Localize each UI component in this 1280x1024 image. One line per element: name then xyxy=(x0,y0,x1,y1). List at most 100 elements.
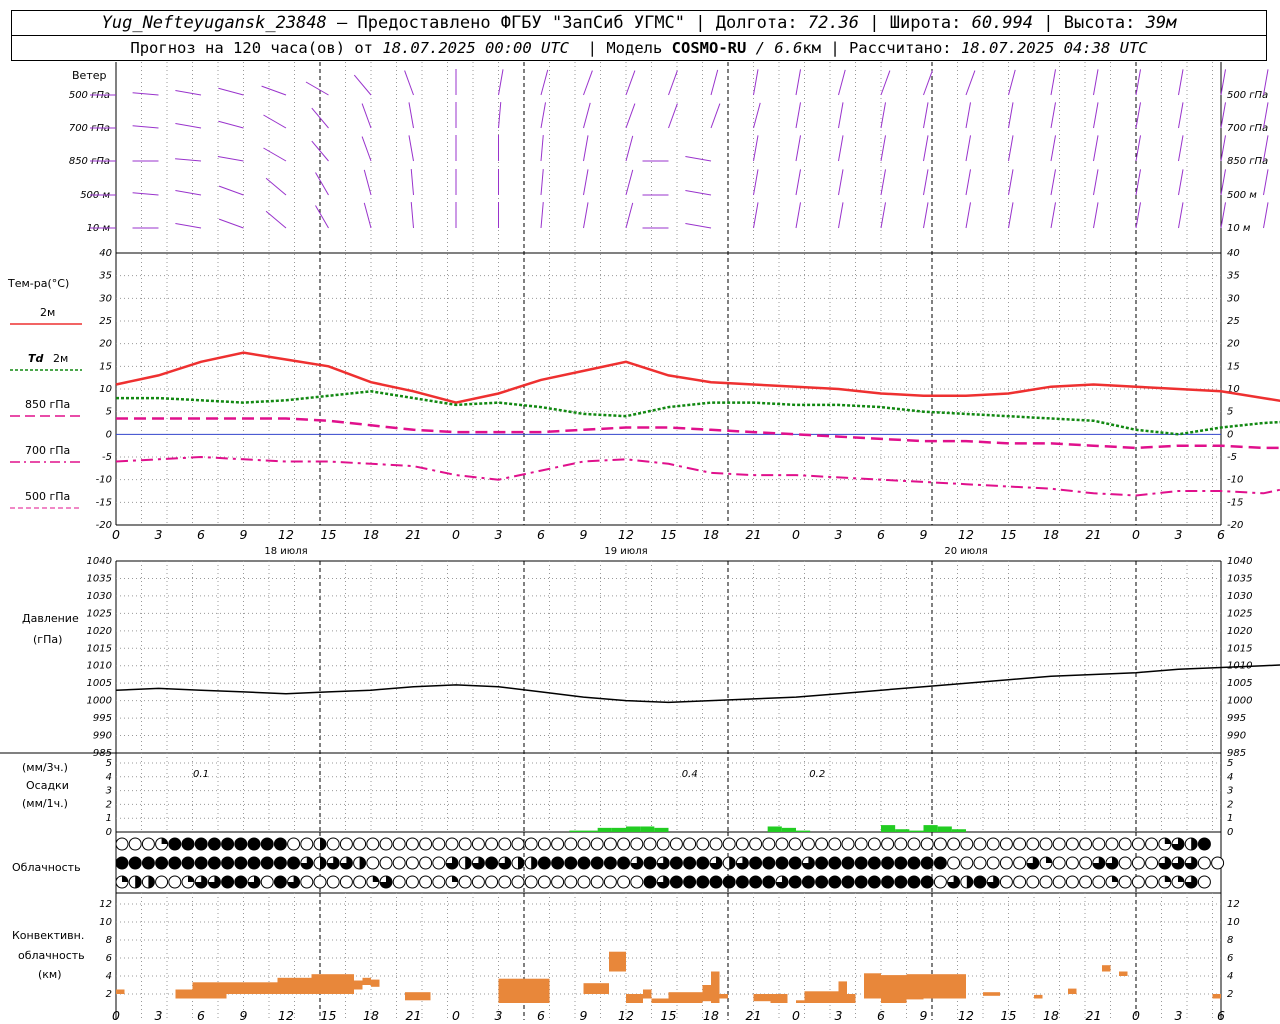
cloud-symbol xyxy=(1013,837,1027,851)
cloud-full xyxy=(683,856,697,870)
cloud-symbol xyxy=(735,837,749,851)
conv-bar xyxy=(609,951,626,972)
precip-bar xyxy=(767,826,782,832)
press-tick-left: 995 xyxy=(93,713,112,724)
wind-barb xyxy=(625,135,634,162)
temp-tick-left: -20 xyxy=(96,520,112,531)
conv-x-tick: 6 xyxy=(877,1008,885,1023)
temp-tick-left: 15 xyxy=(99,361,112,372)
temp-tick-left: 5 xyxy=(106,407,112,418)
cloud-symbol xyxy=(709,875,723,889)
cloud-symbol xyxy=(207,875,221,889)
press-tick-right: 990 xyxy=(1227,731,1246,742)
cloud-clear xyxy=(722,837,736,851)
wind-barb xyxy=(1008,102,1014,129)
wind-barb-staff xyxy=(363,169,372,196)
temp-x-tick: 12 xyxy=(618,527,634,542)
precip-bar xyxy=(881,825,896,832)
cloud-clear xyxy=(1079,837,1093,851)
precip-bar xyxy=(597,827,612,832)
day-label: 20 июля xyxy=(944,546,987,557)
cloud-clear xyxy=(828,837,842,851)
conv-x-tick: 3 xyxy=(155,1008,163,1023)
precip-tick-left: 4 xyxy=(106,772,112,783)
wind-barb-staff xyxy=(880,169,887,196)
cloud-symbol xyxy=(432,875,446,889)
precip-bar xyxy=(909,830,924,832)
temp-x-tick: 6 xyxy=(197,527,205,542)
cloud-symbol xyxy=(1211,856,1225,870)
wind-barb xyxy=(408,135,414,162)
cloud-symbol xyxy=(735,875,749,889)
cloud-symbol xyxy=(326,856,340,870)
cloud-symbol xyxy=(221,856,235,870)
press-tick-right: 1030 xyxy=(1227,591,1252,602)
conv-bar xyxy=(923,974,941,999)
cloud-symbol xyxy=(1052,837,1066,851)
cloud-symbol xyxy=(260,875,274,889)
wind-barb xyxy=(410,169,414,196)
wind-barb xyxy=(965,70,976,96)
wind-barb xyxy=(540,169,544,196)
wind-barb xyxy=(1178,202,1184,229)
cloud-full xyxy=(788,875,802,889)
wind-barb xyxy=(353,74,372,96)
cloud-symbol xyxy=(392,837,406,851)
wind-barb xyxy=(710,69,719,96)
cloud-symbol xyxy=(709,837,723,851)
cloud-full xyxy=(867,856,881,870)
conv-x-tick: 15 xyxy=(1001,1008,1017,1023)
wind-barb-staff xyxy=(217,155,244,162)
wind-barb-staff xyxy=(625,103,636,129)
wind-barb xyxy=(1008,169,1014,196)
cloud-symbol xyxy=(749,856,763,870)
precip-bar xyxy=(626,826,641,832)
cloud-symbol xyxy=(234,875,248,889)
cloud-full xyxy=(894,875,908,889)
wind-barb xyxy=(1263,202,1269,229)
cloud-symbol xyxy=(1184,856,1198,870)
cloud-symbol xyxy=(1092,856,1106,870)
wind-barb-staff xyxy=(175,158,202,162)
conv-x-tick: 6 xyxy=(197,1008,205,1023)
conv-tick-right: 4 xyxy=(1227,971,1233,982)
wind-barb-staff xyxy=(838,169,844,196)
cloud-symbol xyxy=(194,856,208,870)
cloud-symbol xyxy=(1105,856,1119,870)
precip-bar xyxy=(937,826,952,832)
wind-barb-staff xyxy=(1263,202,1269,229)
cloud-half xyxy=(518,857,524,869)
temp-tick-right: 25 xyxy=(1227,316,1240,327)
conv-x-tick: 0 xyxy=(112,1008,120,1023)
cloud-clear xyxy=(300,837,314,851)
cloud-clear xyxy=(1079,875,1093,889)
wind-barb-staff xyxy=(1135,69,1142,96)
cloud-full xyxy=(128,856,142,870)
cloud-symbol xyxy=(419,837,433,851)
cloud-full xyxy=(603,856,617,870)
conv-bar xyxy=(226,982,278,994)
cloud-full xyxy=(815,875,829,889)
wind-barb xyxy=(838,202,844,229)
cloud-symbol xyxy=(881,875,895,889)
conv-tick-left: 4 xyxy=(106,971,112,982)
temp-x-tick: 0 xyxy=(1132,527,1140,542)
wind-barb xyxy=(880,169,887,196)
cloud-symbol xyxy=(551,837,565,851)
cloud-clear xyxy=(1052,875,1066,889)
cloud-symbol xyxy=(353,837,367,851)
cloud-symbol xyxy=(696,837,710,851)
precip-tick-right: 4 xyxy=(1227,772,1233,783)
cloud-clear xyxy=(669,837,683,851)
cloud-clear xyxy=(986,856,1000,870)
wind-barb-staff xyxy=(408,102,414,129)
cloud-clear xyxy=(524,837,538,851)
press-tick-right: 1000 xyxy=(1227,696,1252,707)
wind-barb-staff xyxy=(1008,69,1016,96)
wind-barb xyxy=(668,103,678,129)
cloud-full xyxy=(867,875,881,889)
cloud-clear xyxy=(1105,837,1119,851)
cloud-full xyxy=(260,837,274,851)
wind-barb-staff xyxy=(1220,169,1227,196)
cloud-half xyxy=(1191,838,1198,850)
